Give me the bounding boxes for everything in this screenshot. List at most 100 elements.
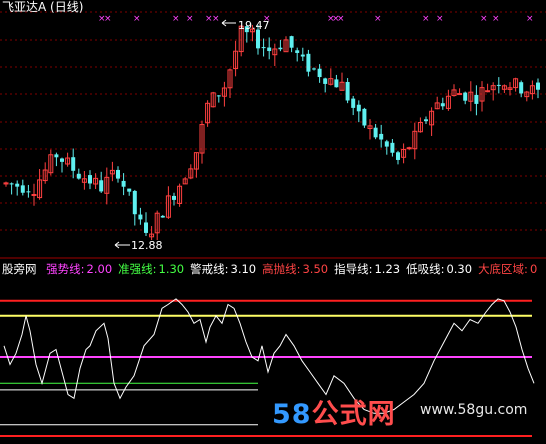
signal-markers: ×× × × × × × × ××× × × × × × × [98,14,534,24]
candle-body [54,154,59,158]
candle [26,184,31,198]
candle [182,177,188,185]
signal-marker: × [133,14,141,24]
candle [468,81,474,112]
candle-body [116,169,120,179]
candle [485,83,491,93]
high-price-label: 19.47 [238,19,270,32]
candle-body [463,92,468,101]
legend-value: 1.30 [158,262,185,276]
candle [417,117,423,133]
signal-marker: × [492,14,500,24]
candle [65,152,71,167]
candle [216,95,221,103]
candle [81,171,87,190]
candle-body [9,183,14,185]
candle-body [71,157,76,171]
candle [440,97,445,110]
candle [524,90,530,102]
candle [474,85,479,116]
candle [384,139,389,155]
candle-body [160,215,165,218]
candle-body [496,84,501,86]
candle-body [440,103,445,107]
candle [289,35,294,53]
candle-body [317,68,322,78]
candle-body [138,214,143,220]
legend-value: 3.50 [302,262,329,276]
candle [463,91,468,105]
signal-marker: × [186,14,194,24]
candle-body [20,185,25,193]
candle [233,40,239,77]
candle [172,192,176,206]
candle-body [406,147,412,150]
signal-marker: × [480,14,488,24]
candle [60,157,64,173]
candle [339,72,345,91]
legend-value: 2.00 [86,262,113,276]
candle-body [76,173,81,179]
candle-body [295,50,300,53]
candle [76,168,81,180]
signal-marker: × [526,14,534,24]
signal-marker: × [422,14,430,24]
watermark-logo: 58公式网 [272,392,396,431]
candle [396,150,400,165]
candle [278,39,283,52]
price-grid [0,11,546,231]
legend-value: 3.10 [230,262,257,276]
candle-body [15,183,20,187]
candle [434,96,440,110]
candle [345,78,350,104]
candle [457,88,463,96]
candle [205,100,211,127]
candle-body [351,98,356,108]
candle [109,161,115,182]
legend-label: 高抛线: [262,262,301,276]
legend-label: 低吸线: [406,262,445,276]
candle [99,171,104,193]
candle [127,188,132,196]
candle [54,152,59,167]
candle [9,182,14,195]
candle-body [306,53,311,72]
watermark-text: 公式网 [311,399,396,430]
candle [373,124,378,140]
candle-body [289,36,294,48]
candle [490,82,496,101]
signal-marker: × [337,14,345,24]
indicator-name: 股旁网 [2,262,37,276]
candlestick-series[interactable] [3,25,540,240]
legend-label: 大底区域: [478,262,528,276]
low-price-label: 12.88 [131,239,163,252]
candle [20,179,25,196]
candle [451,84,457,97]
candle-body [424,119,428,122]
candle-body [390,142,395,153]
indicator-legend: 股旁网 强势线: 2.00 准强线: 1.30 警戒线: 3.10 高抛线: 3.50 指导线:… [2,263,537,276]
legend-value: 1.23 [374,262,401,276]
stock-chart[interactable]: ×× × × × × × × ××× × × × × × × [0,0,546,444]
candle-body [300,54,305,57]
candle-body [31,193,37,196]
candle [177,183,183,207]
candle-body [485,90,491,93]
candle-body [261,47,266,49]
candle-body [362,108,367,126]
candle [328,68,334,86]
candle [412,122,418,160]
watermark-number: 58 [272,399,312,430]
candle [193,152,199,178]
candle-body [323,78,328,84]
candle [138,207,143,225]
candle [362,107,367,128]
candle-body [379,133,384,140]
candle [160,214,165,218]
candle [529,80,535,100]
legend-value: 0.30 [446,262,473,276]
candle [501,84,507,93]
candle [144,212,148,236]
candle [513,77,519,92]
candle [479,81,485,112]
